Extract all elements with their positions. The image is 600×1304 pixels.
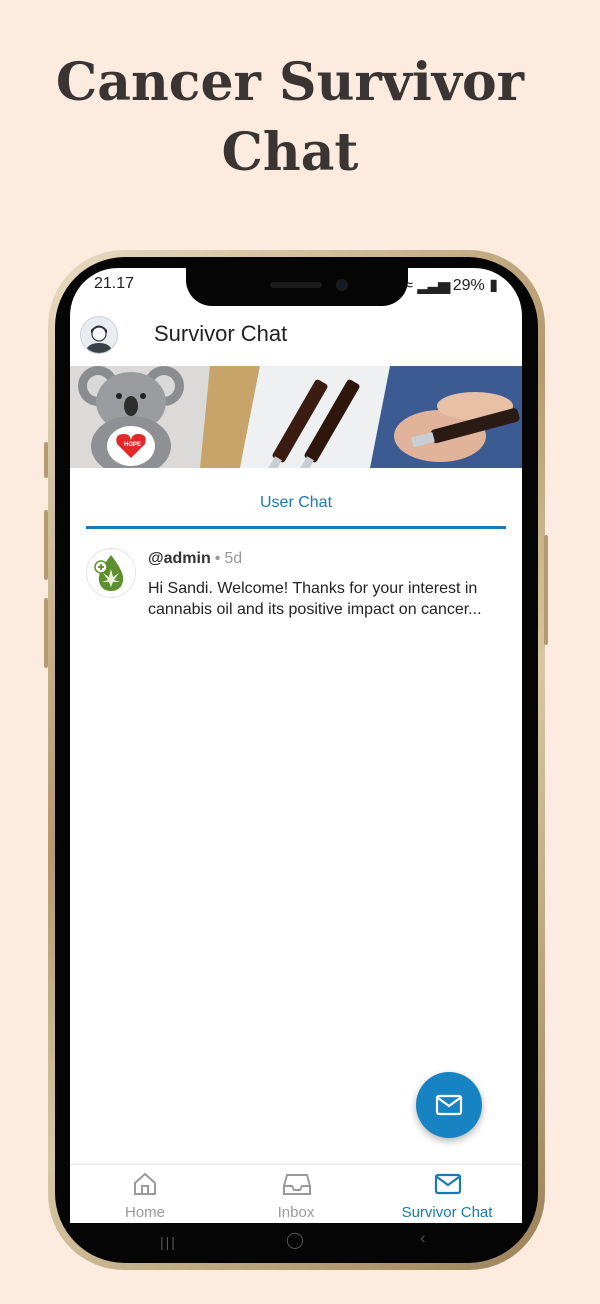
battery-icon: ▮ — [489, 277, 498, 294]
user-avatar[interactable] — [80, 316, 118, 354]
nav-survivor-chat[interactable]: Survivor Chat — [372, 1165, 522, 1223]
android-navigation-bar: ||| ◯ ‹ — [70, 1224, 522, 1258]
headline-line-2: Chat — [221, 122, 359, 183]
message-preview: Hi Sandi. Welcome! Thanks for your inter… — [148, 580, 482, 618]
recent-apps-icon[interactable]: ||| — [160, 1234, 177, 1250]
app-bar: Survivor Chat — [70, 308, 522, 364]
inbox-icon — [283, 1174, 311, 1195]
active-tab-indicator — [86, 526, 506, 529]
promo-headline: Cancer Survivor Chat — [0, 48, 580, 188]
earpiece-speaker — [270, 282, 322, 288]
status-icons: ≈ ▂▃▅ 29% ▮ — [404, 275, 498, 295]
admin-avatar — [86, 548, 136, 598]
power-button — [544, 535, 548, 645]
cannabis-drop-icon — [94, 555, 124, 591]
list-item[interactable]: @admin • 5d Hi Sandi. Welcome! Thanks for … — [86, 546, 506, 626]
header-banner: HOPE — [70, 366, 522, 468]
compose-message-button[interactable] — [416, 1072, 482, 1138]
hope-badge-text: HOPE — [124, 442, 141, 448]
phone-screen: 21.17 ≈ ▂▃▅ 29% ▮ Survivor Chat HOPE Use… — [70, 268, 522, 1223]
mail-icon — [434, 1173, 462, 1195]
message-time: 5d — [224, 550, 243, 567]
signal-icon: ▂▃▅ — [417, 277, 450, 294]
nav-inbox-label: Inbox — [277, 1204, 315, 1221]
status-time: 21.17 — [94, 275, 135, 292]
volume-button — [44, 510, 48, 580]
home-icon — [134, 1172, 156, 1195]
bottom-navigation: Home Inbox Survivor Chat — [70, 1164, 522, 1223]
mail-icon — [435, 1094, 463, 1116]
nav-inbox[interactable]: Inbox — [221, 1165, 371, 1223]
nav-home[interactable]: Home — [70, 1165, 220, 1223]
message-username[interactable]: @admin — [148, 550, 211, 567]
back-icon[interactable]: ‹ — [420, 1230, 425, 1248]
banner-image: HOPE — [70, 366, 522, 468]
nav-survivor-chat-label: Survivor Chat — [401, 1204, 493, 1221]
app-title: Survivor Chat — [154, 321, 288, 346]
battery-level: 29% — [452, 277, 485, 294]
nav-home-label: Home — [124, 1204, 165, 1221]
separator-dot: • — [214, 550, 221, 567]
headline-line-1: Cancer Survivor — [55, 52, 525, 113]
volume-button — [44, 442, 48, 478]
message-header: @admin • 5d — [148, 550, 242, 568]
person-icon — [81, 317, 117, 353]
volume-button — [44, 598, 48, 668]
home-gesture-icon[interactable]: ◯ — [286, 1230, 304, 1250]
tab-user-chat[interactable]: User Chat — [86, 483, 506, 529]
front-camera — [336, 279, 348, 291]
